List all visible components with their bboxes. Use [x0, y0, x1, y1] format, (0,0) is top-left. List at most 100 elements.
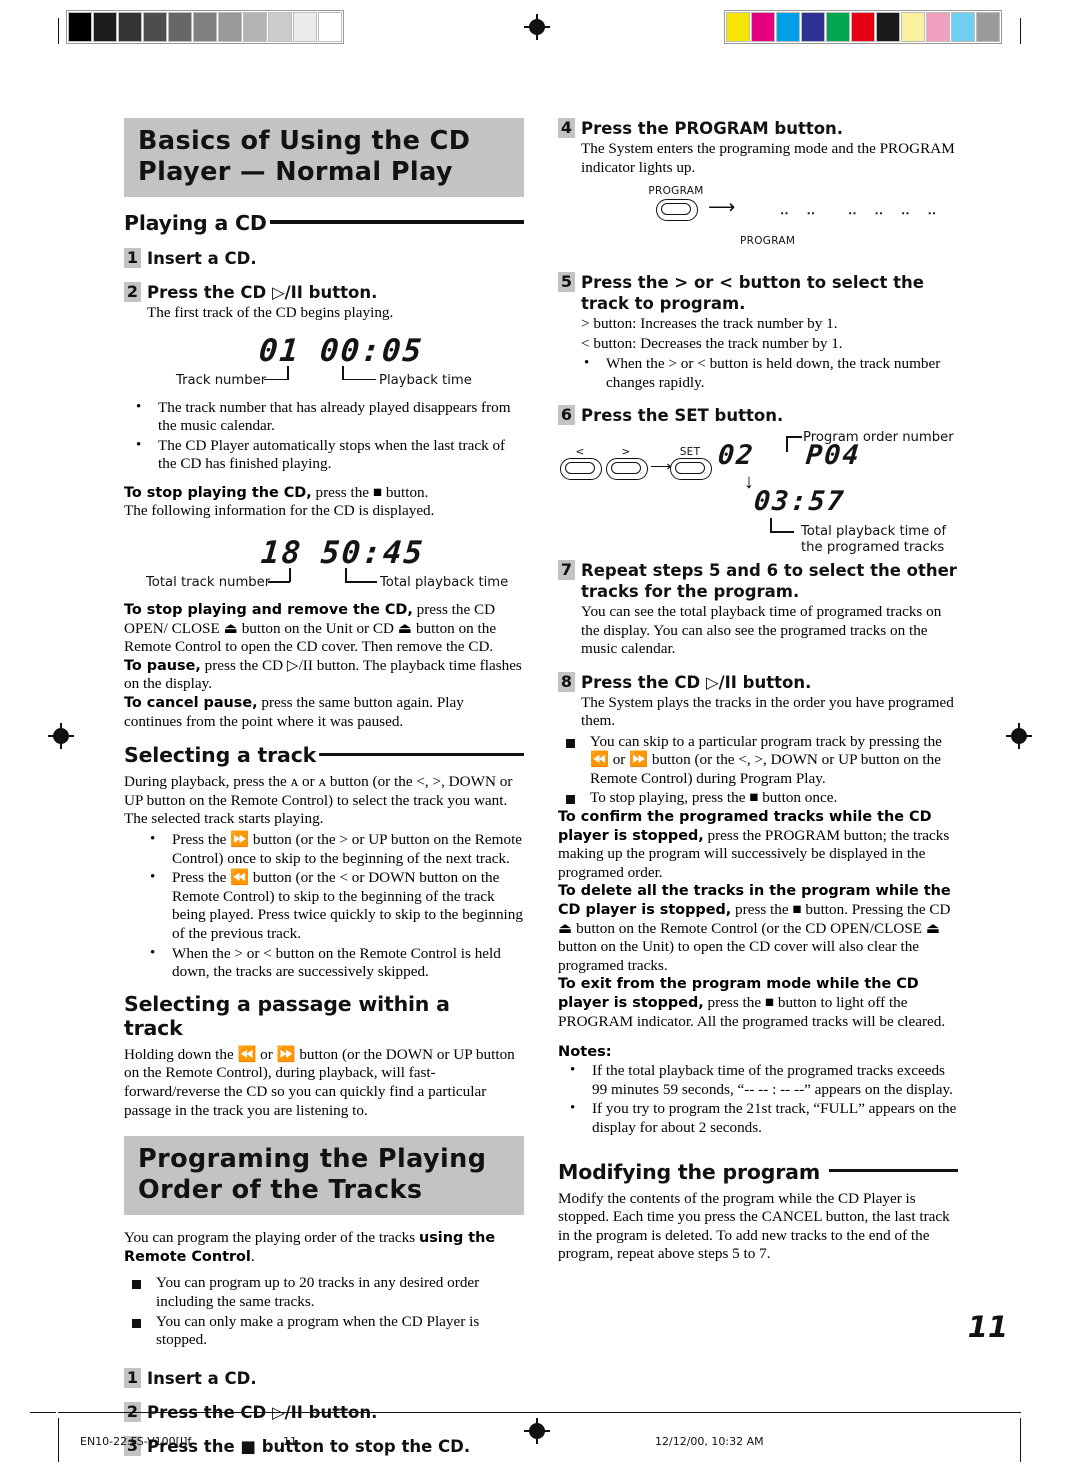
step-number: 2 [124, 282, 141, 302]
stop-playing-note: To stop playing the CD, press the ■ butt… [124, 484, 524, 503]
cancel-pause-note: To cancel pause, press the same button a… [124, 694, 524, 731]
step-title-pre: Press the CD [147, 283, 272, 302]
footer-rule [58, 1412, 1021, 1413]
callout-total-track-number: Total track number [146, 575, 271, 591]
leader-line [770, 531, 794, 533]
list-item: Press the ⏪ button (or the < or DOWN but… [124, 868, 524, 943]
lcd-playback-time: 00:05 [318, 332, 425, 369]
lcd-track-number: 01 [257, 332, 302, 369]
callout-playback-time: Playback time [379, 372, 472, 388]
stop-icon: ■ [240, 1436, 256, 1456]
step-number: 4 [558, 118, 575, 138]
stop-playing-follow: The following information for the CD is … [124, 502, 435, 520]
exit-program-note: To exit from the program mode while the … [558, 975, 958, 1031]
list-item: To stop playing, press the ■ button once… [558, 789, 958, 808]
lcd-total-programed-time: 03:57 [752, 486, 847, 518]
section-title-text: Selecting a passage within a track [124, 991, 450, 1040]
leader-line [786, 436, 788, 453]
list-item: When the > or < button on the Remote Con… [124, 944, 524, 982]
lcd-blank-segments-right: ‥ ‥ ‥ ‥ [848, 203, 942, 218]
leader-line [342, 378, 376, 380]
selecting-track-intro: During playback, press the ᴀ or ᴀ button… [124, 773, 513, 828]
list-item: Press the ⏩ button (or the > or UP butto… [124, 830, 524, 868]
step-title: Press the CD ▷/II button. [581, 672, 958, 693]
step-5-bullets: When the > or < button is held down, the… [572, 354, 958, 392]
step-number: 8 [558, 671, 575, 692]
playing-bullets: The track number that has already played… [124, 397, 524, 474]
program-bullets: You can program up to 20 tracks in any d… [124, 1274, 524, 1349]
set-button-icon[interactable] [670, 458, 712, 481]
list-item: You can skip to a particular program tra… [558, 733, 958, 789]
step-title: Press the > or < button to select the tr… [581, 273, 924, 313]
step-title-post: button. [736, 672, 812, 692]
set-button-display-diagram: Program order number < > ⟶ SET 02 P04 ↓ … [558, 430, 958, 558]
left-column: Basics of Using the CD Player — Normal P… [124, 118, 524, 1457]
notes-title: Notes: [558, 1043, 612, 1061]
step-4-body: The System enters the programing mode an… [581, 140, 955, 176]
leader-line [345, 568, 347, 583]
program-step-1-insert-cd: 1 Insert a CD. [124, 1367, 524, 1389]
step-4-press-program: 4 Press the PROGRAM button. [558, 118, 958, 139]
step-number: 7 [558, 560, 575, 581]
lcd-track-number: 02 [716, 440, 756, 472]
step-number: 1 [124, 248, 141, 268]
program-button-icon[interactable] [656, 199, 698, 221]
arrow-right-icon: ⟶ [708, 197, 736, 218]
prev-button-icon[interactable] [560, 458, 602, 481]
step-number: 6 [558, 405, 575, 426]
list-item: You can only make a program when the CD … [124, 1313, 524, 1350]
step-title: Press the ■ button to stop the CD. [147, 1436, 524, 1457]
selecting-track-bullets: Press the ⏩ button (or the > or UP butto… [124, 830, 524, 982]
lcd-figure-playback: 01 00:05 Track number Playback time [124, 333, 524, 395]
next-button-icon[interactable] [606, 458, 648, 481]
leader-line [264, 378, 288, 380]
right-column: 4 Press the PROGRAM button. The System e… [558, 118, 958, 1264]
step-1-insert-cd: 1 Insert a CD. [124, 248, 524, 269]
lcd-figure-total: 18 50:45 Total track number Total playba… [124, 535, 524, 597]
next-button-caption: > [621, 446, 631, 459]
step-title-pre: Press the CD [581, 672, 706, 692]
section-title-text: Modifying the program [558, 1159, 820, 1184]
delete-program-note: To delete all the tracks in the program … [558, 882, 958, 975]
set-button-caption: SET [679, 446, 701, 459]
step-2-press-cd-play: 2 Press the CD ▷/II button. [124, 282, 524, 303]
heading-rule [269, 220, 524, 224]
step-number: 1 [124, 1367, 141, 1388]
section-title-text: Selecting a track [124, 743, 317, 768]
program-intro-c: . [250, 1247, 255, 1265]
callout-total-playback-time: Total playback time [380, 575, 509, 591]
chapter-banner-programing: Programing the Playing Order of the Trac… [124, 1136, 524, 1216]
leader-line [786, 436, 802, 438]
list-item: The CD Player automatically stops when t… [124, 436, 524, 474]
stop-playing-lead: To stop playing the CD, [124, 484, 312, 501]
footer-filename: EN10-22.FS-V100[J]f [80, 1435, 192, 1448]
leader-line [345, 581, 377, 583]
lcd-total-playback-time: 50:45 [319, 535, 426, 572]
lcd-total-track-number: 18 [259, 535, 304, 572]
remove-cd-lead: To stop playing and remove the CD, [124, 602, 413, 619]
list-item: You can program up to 20 tracks in any d… [124, 1274, 524, 1311]
footer-page-number: 11 [283, 1435, 297, 1448]
step-8-body: The System plays the tracks in the order… [581, 693, 954, 730]
play-pause-icon: ▷/II [271, 283, 303, 302]
step-5-select-track: 5 Press the > or < button to select the … [558, 272, 958, 314]
program-intro-a: You can program the playing order of the… [124, 1229, 419, 1247]
notes-list: If the total playback time of the progra… [558, 1061, 958, 1137]
manual-page: Basics of Using the CD Player — Normal P… [0, 0, 1080, 1478]
step-6-press-set: 6 Press the SET button. [558, 405, 958, 426]
step-2-body: The first track of the CD begins playing… [147, 304, 394, 321]
step-5-line-2: < button: Decreases the track number by … [581, 334, 843, 352]
step-title: Repeat steps 5 and 6 to select the other… [581, 561, 957, 602]
heading-rule [319, 752, 524, 756]
step-title: Insert a CD. [147, 249, 257, 268]
step-title-post: button. [302, 283, 378, 302]
step-5-line-1: > button: Increases the track number by … [581, 315, 838, 332]
modifying-program-body: Modify the contents of the program while… [558, 1189, 950, 1263]
section-heading-playing-a-cd: Playing a CD [124, 211, 524, 235]
step-title: Press the CD ▷/II button. [147, 282, 524, 303]
leader-line [289, 568, 291, 583]
list-item: If you try to program the 21st track, “F… [558, 1099, 958, 1137]
pause-note: To pause, press the CD ▷/II button. The … [124, 657, 524, 694]
section-heading-modifying-the-program: Modifying the program [558, 1160, 958, 1184]
section-title-text: Playing a CD [124, 211, 267, 235]
